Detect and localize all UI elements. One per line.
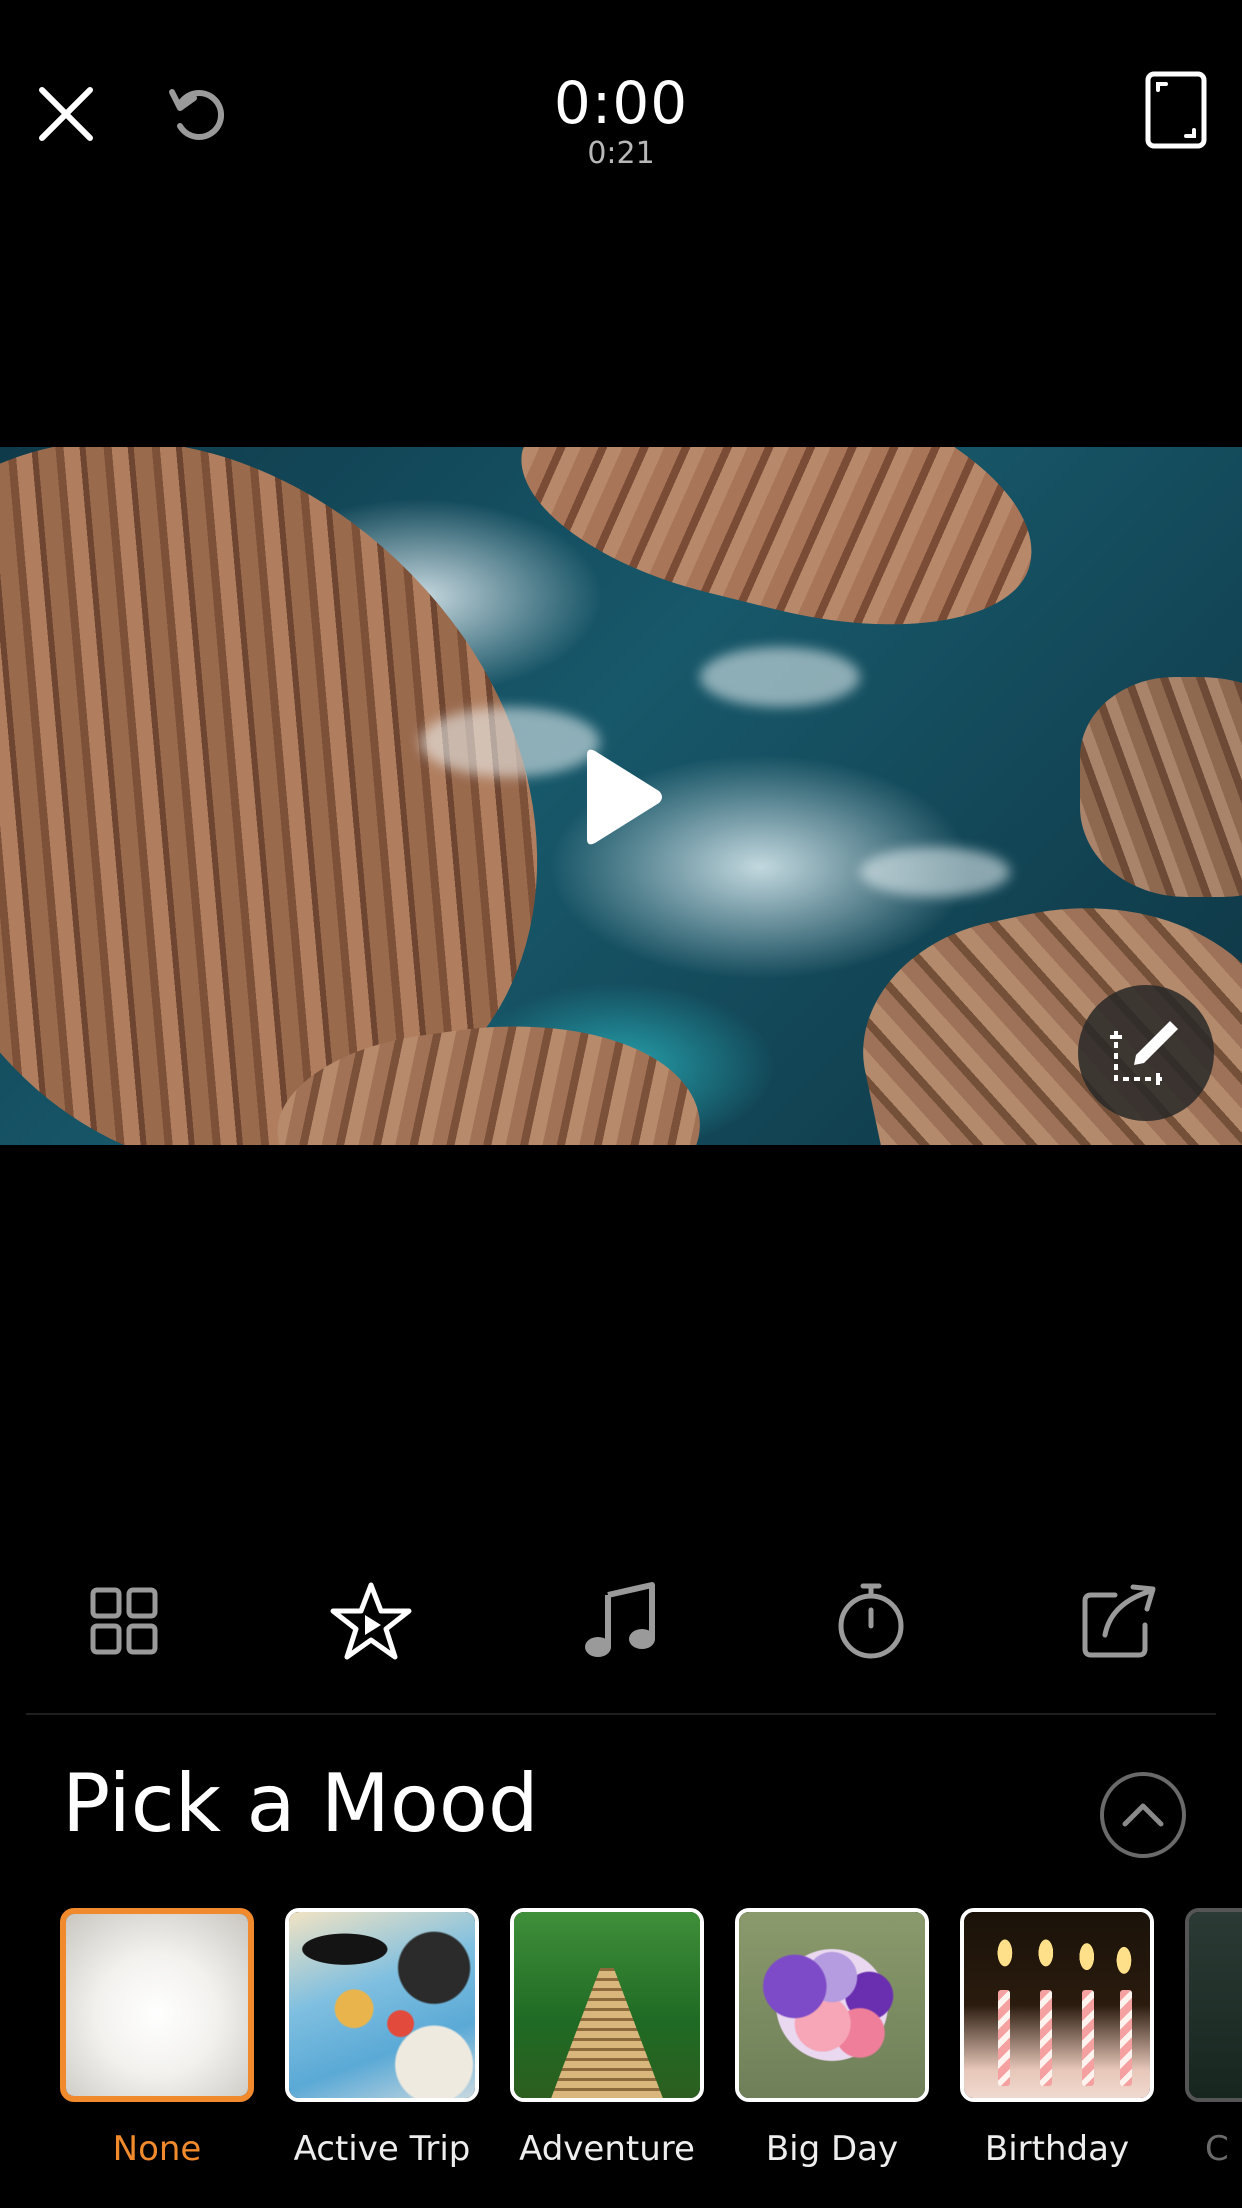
undo-icon — [169, 89, 225, 140]
mood-thumbnail — [1185, 1908, 1242, 2102]
mood-thumbnail — [735, 1908, 929, 2102]
chevron-up-icon — [1122, 1803, 1164, 1827]
play-icon — [587, 749, 662, 845]
mood-thumbnail — [510, 1908, 704, 2102]
mood-label: None — [112, 2129, 202, 2169]
play-button[interactable] — [577, 747, 665, 847]
mood-thumbnail — [960, 1908, 1154, 2102]
star-icon — [330, 1582, 412, 1660]
collapse-panel-button[interactable] — [1100, 1772, 1186, 1858]
tab-mood[interactable] — [311, 1576, 431, 1666]
mood-label: Birthday — [984, 2129, 1130, 2169]
mood-option-birthday[interactable]: Birthday — [960, 1908, 1154, 2170]
share-icon — [1082, 1584, 1156, 1658]
stopwatch-icon — [838, 1583, 904, 1659]
aspect-ratio-button[interactable] — [1136, 68, 1216, 152]
video-editor-screen: 0:00 0:21 Pick a Mood None Active Trip A… — [0, 0, 1242, 2208]
divider — [26, 1713, 1216, 1715]
mood-thumbnail — [60, 1908, 254, 2102]
crop-edit-icon — [1110, 1021, 1178, 1085]
playback-time: 0:00 0:21 — [471, 70, 771, 172]
close-button[interactable] — [26, 74, 106, 154]
mood-label: Active Trip — [293, 2129, 471, 2169]
mood-option-partial[interactable]: C — [1185, 1908, 1242, 2170]
panel-title: Pick a Mood — [62, 1757, 539, 1850]
current-time: 0:00 — [553, 69, 689, 137]
video-preview[interactable] — [0, 447, 1242, 1145]
tab-music[interactable] — [559, 1576, 679, 1666]
undo-button[interactable] — [158, 74, 238, 154]
mood-thumbnail — [285, 1908, 479, 2102]
grid-icon — [90, 1587, 158, 1655]
mood-option-adventure[interactable]: Adventure — [510, 1908, 704, 2170]
music-note-icon — [585, 1582, 655, 1657]
total-duration: 0:21 — [587, 136, 655, 171]
mood-option-big-day[interactable]: Big Day — [735, 1908, 929, 2170]
tab-layout[interactable] — [64, 1576, 184, 1666]
mood-label: Adventure — [519, 2129, 695, 2169]
crop-edit-button[interactable] — [1078, 985, 1214, 1121]
mood-label: C — [1205, 2129, 1229, 2169]
mood-option-active-trip[interactable]: Active Trip — [285, 1908, 479, 2170]
close-icon — [39, 87, 93, 141]
mood-option-none[interactable]: None — [60, 1908, 254, 2170]
tab-share[interactable] — [1059, 1576, 1179, 1666]
mood-label: Big Day — [765, 2129, 899, 2169]
tab-duration[interactable] — [811, 1576, 931, 1666]
aspect-ratio-icon — [1145, 71, 1207, 149]
